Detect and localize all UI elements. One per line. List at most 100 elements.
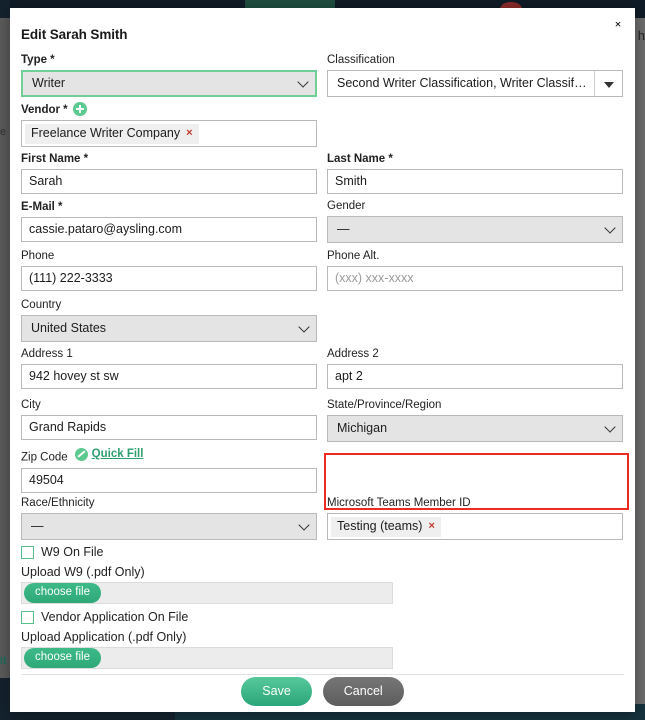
chevron-down-icon [298, 519, 309, 530]
modal-footer: Save Cancel [10, 677, 635, 706]
quick-fill-label: Quick Fill [92, 447, 144, 461]
field-email: E-Mail * cassie.pataro@aysling.com [21, 200, 317, 242]
vendor-chip: Freelance Writer Company × [25, 124, 199, 144]
field-gender: Gender — [327, 199, 623, 243]
classification-select-value: Second Writer Classification, Writer Cla… [337, 76, 607, 90]
label-zip-text: Zip Code [21, 452, 68, 464]
label-type: Type * [21, 53, 317, 67]
caret-down-icon [604, 82, 614, 88]
chevron-down-icon [604, 222, 615, 233]
backdrop-right-text: h [638, 28, 645, 43]
save-button[interactable]: Save [241, 677, 312, 706]
label-country: Country [21, 298, 317, 312]
chevron-down-icon [298, 321, 309, 332]
upload-w9-field[interactable]: choose file [21, 582, 393, 604]
phone-alt-input[interactable]: (xxx) xxx-xxxx [327, 266, 623, 291]
state-select-value: Michigan [337, 421, 387, 435]
cancel-button[interactable]: Cancel [323, 677, 404, 706]
quick-fill-icon [75, 448, 88, 461]
footer-divider [21, 674, 624, 675]
label-zip: Zip Code Quick Fill [21, 447, 317, 465]
field-city: City Grand Rapids [21, 398, 317, 440]
field-phone: Phone (111) 222-3333 [21, 249, 317, 291]
type-select-value: Writer [32, 76, 65, 90]
classification-select[interactable]: Second Writer Classification, Writer Cla… [327, 70, 623, 97]
vendor-app-on-file-label: Vendor Application On File [41, 610, 188, 624]
gender-select-value: — [337, 222, 350, 236]
field-teams-member-id: Microsoft Teams Member ID Testing (teams… [327, 496, 623, 540]
type-select[interactable]: Writer [21, 70, 317, 97]
chevron-down-icon [604, 421, 615, 432]
label-city: City [21, 398, 317, 412]
w9-on-file-label: W9 On File [41, 545, 104, 559]
label-race-ethnicity: Race/Ethnicity [21, 496, 317, 510]
address2-input[interactable]: apt 2 [327, 364, 623, 389]
remove-chip-icon[interactable]: × [186, 126, 192, 141]
email-field[interactable]: cassie.pataro@aysling.com [21, 217, 317, 242]
w9-on-file-checkbox[interactable] [21, 546, 34, 559]
field-first-name: First Name * Sarah [21, 152, 317, 194]
choose-file-application-button[interactable]: choose file [24, 648, 101, 668]
last-name-input[interactable]: Smith [327, 169, 623, 194]
teams-member-id-input[interactable]: Testing (teams) × [327, 513, 623, 540]
label-vendor: Vendor * [21, 102, 317, 117]
w9-on-file-row[interactable]: W9 On File [21, 545, 317, 559]
backdrop-left-pane [0, 18, 10, 678]
backdrop-left-text: e [0, 126, 6, 138]
race-ethnicity-select[interactable]: — [21, 513, 317, 540]
plus-circle-icon[interactable] [73, 102, 87, 116]
close-icon[interactable]: × [609, 15, 627, 33]
edit-person-modal: × Edit Sarah Smith Type * Writer Classif… [10, 8, 635, 712]
label-email: E-Mail * [21, 200, 317, 214]
label-phone-alt: Phone Alt. [327, 249, 623, 263]
page-title: Edit Sarah Smith [21, 27, 127, 42]
field-classification: Classification Second Writer Classificat… [327, 53, 623, 97]
label-upload-w9: Upload W9 (.pdf Only) [21, 565, 317, 579]
vendor-chip-label: Freelance Writer Company [31, 126, 180, 141]
label-upload-application: Upload Application (.pdf Only) [21, 630, 317, 644]
field-address2: Address 2 apt 2 [327, 347, 623, 389]
label-classification: Classification [327, 53, 623, 67]
label-teams-member-id: Microsoft Teams Member ID [327, 496, 623, 510]
remove-chip-icon[interactable]: × [428, 519, 434, 534]
w9-section: W9 On File Upload W9 (.pdf Only) choose … [21, 545, 317, 604]
field-address1: Address 1 942 hovey st sw [21, 347, 317, 389]
dropdown-toggle[interactable] [594, 71, 622, 96]
label-gender: Gender [327, 199, 623, 213]
phone-input[interactable]: (111) 222-3333 [21, 266, 317, 291]
vendor-application-section: Vendor Application On File Upload Applic… [21, 610, 317, 669]
label-phone: Phone [21, 249, 317, 263]
field-last-name: Last Name * Smith [327, 152, 623, 194]
quick-fill-link[interactable]: Quick Fill [75, 447, 144, 461]
field-race-ethnicity: Race/Ethnicity — [21, 496, 317, 540]
upload-application-field[interactable]: choose file [21, 647, 393, 669]
form-area: Type * Writer Classification Second Writ… [10, 48, 635, 674]
first-name-input[interactable]: Sarah [21, 169, 317, 194]
zip-input[interactable]: 49504 [21, 468, 317, 493]
vendor-app-on-file-row[interactable]: Vendor Application On File [21, 610, 317, 624]
state-select[interactable]: Michigan [327, 415, 623, 442]
country-select[interactable]: United States [21, 315, 317, 342]
field-type: Type * Writer [21, 53, 317, 97]
vendor-app-on-file-checkbox[interactable] [21, 611, 34, 624]
chevron-down-icon [297, 76, 308, 87]
field-zip: Zip Code Quick Fill 49504 [21, 447, 317, 493]
field-vendor: Vendor * Freelance Writer Company × [21, 102, 317, 147]
teams-chip-label: Testing (teams) [337, 519, 422, 534]
label-state: State/Province/Region [327, 398, 623, 412]
choose-file-w9-button[interactable]: choose file [24, 583, 101, 603]
address1-input[interactable]: 942 hovey st sw [21, 364, 317, 389]
vendor-input[interactable]: Freelance Writer Company × [21, 120, 317, 147]
field-country: Country United States [21, 298, 317, 342]
label-address2: Address 2 [327, 347, 623, 361]
label-last-name: Last Name * [327, 152, 623, 166]
teams-chip: Testing (teams) × [331, 517, 441, 537]
backdrop-left-text-secondary: it [0, 655, 7, 667]
field-phone-alt: Phone Alt. (xxx) xxx-xxxx [327, 249, 623, 291]
label-first-name: First Name * [21, 152, 317, 166]
backdrop-right-pane [635, 18, 645, 704]
country-select-value: United States [31, 321, 106, 335]
gender-select[interactable]: — [327, 216, 623, 243]
field-state: State/Province/Region Michigan [327, 398, 623, 442]
city-input[interactable]: Grand Rapids [21, 415, 317, 440]
